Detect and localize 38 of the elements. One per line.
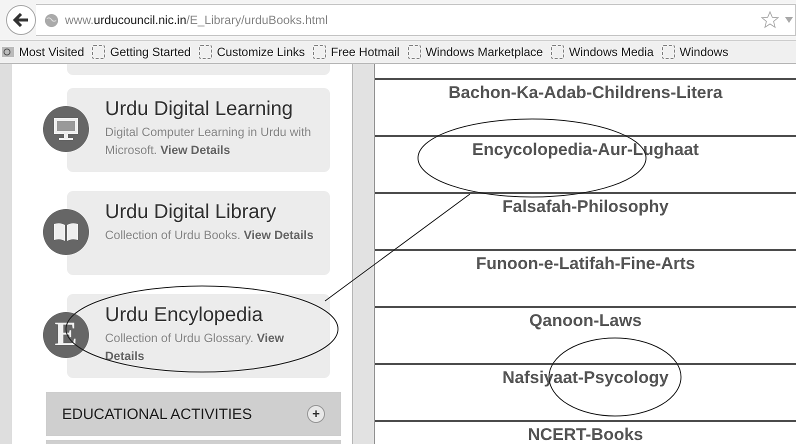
dropdown-caret-icon[interactable]	[785, 17, 793, 23]
page-icon	[312, 45, 326, 59]
page-icon	[198, 45, 212, 59]
back-button[interactable]	[6, 5, 36, 35]
bookmark-link[interactable]: Windows	[662, 45, 728, 59]
accordion-header[interactable]: EDUCATIONAL ACTIVITIES +	[46, 392, 341, 436]
page-icon	[92, 45, 106, 59]
globe-icon	[44, 12, 59, 28]
category-link[interactable]: Funoon-e-Latifah-Fine-Arts	[476, 255, 696, 273]
bookmark-link[interactable]: Free Hotmail	[312, 45, 400, 59]
url-text: www.urducouncil.nic.in/E_Library/urduBooks.html	[65, 13, 328, 27]
category-link[interactable]: NCERT-Books	[528, 426, 644, 444]
section-title: EDUCATIONAL ACTIVITIES	[62, 406, 252, 422]
page-icon	[408, 45, 421, 59]
bookmark-link[interactable]: Windows Marketplace	[408, 45, 543, 59]
card-title: Urdu Digital Library	[105, 201, 278, 224]
page-icon	[550, 45, 564, 59]
category-link[interactable]: Bachon-Ka-Adab-Childrens-Litera	[448, 84, 722, 102]
open-book-icon	[53, 222, 79, 242]
bookmark-link[interactable]: Most Visited	[2, 45, 84, 59]
category-link[interactable]: Falsafah-Philosophy	[502, 198, 669, 216]
page-icon	[662, 45, 675, 59]
monitor-icon	[53, 117, 79, 141]
letter-badge-icon: E	[43, 312, 89, 358]
card-title: Urdu Encylopedia	[105, 304, 264, 327]
expand-button[interactable]: +	[307, 405, 325, 423]
card-description: Digital Computer Learning in Urdu with Microsoft. View Details	[105, 124, 312, 159]
star-icon[interactable]	[761, 11, 779, 29]
bookmark-link[interactable]: Getting Started	[92, 45, 191, 59]
address-field[interactable]: www.urducouncil.nic.in/E_Library/urduBooks.html	[36, 4, 796, 36]
card-description: Collection of Urdu Glossary. View Details	[105, 330, 285, 365]
back-arrow-icon	[13, 13, 29, 27]
card-title: Urdu Digital Learning	[105, 98, 294, 121]
search-icon	[2, 46, 14, 58]
bookmark-link[interactable]: Windows Media	[550, 45, 654, 59]
card-description: Collection of Urdu Books. View Details	[105, 227, 315, 244]
bookmark-link[interactable]: Customize Links	[198, 45, 305, 59]
category-link[interactable]: Qanoon-Laws	[529, 312, 642, 330]
